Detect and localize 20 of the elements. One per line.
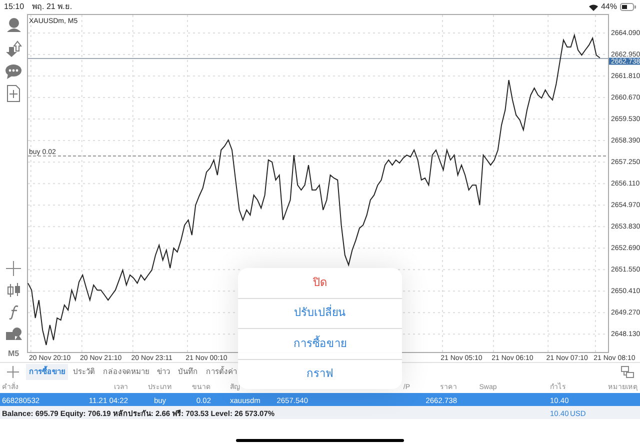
menu-item[interactable]: ปรับเปลี่ยน — [238, 298, 402, 328]
function-icon[interactable] — [8, 305, 18, 320]
objects-icon[interactable] — [6, 327, 22, 341]
menu-item[interactable]: ปิด — [238, 268, 402, 298]
battery-percent: 44% — [600, 1, 617, 13]
date: พฤ. 21 พ.ย. — [32, 1, 72, 13]
wifi-icon — [588, 4, 598, 10]
arrows-icon[interactable] — [6, 40, 22, 58]
person-icon[interactable] — [6, 17, 22, 34]
candlestick-icon[interactable] — [6, 283, 20, 298]
windows-icon[interactable] — [621, 366, 634, 378]
menu-item[interactable]: การซื้อขาย — [238, 328, 402, 358]
battery-icon — [620, 3, 636, 11]
add-icon[interactable] — [7, 366, 19, 378]
clock: 15:10 — [4, 1, 24, 13]
crosshair-icon[interactable] — [6, 261, 21, 276]
new-document-icon[interactable] — [7, 85, 20, 102]
chat-icon[interactable] — [5, 64, 22, 79]
timeframe-button[interactable]: M5 — [8, 348, 20, 360]
menu-item[interactable]: กราฟ — [238, 358, 402, 389]
